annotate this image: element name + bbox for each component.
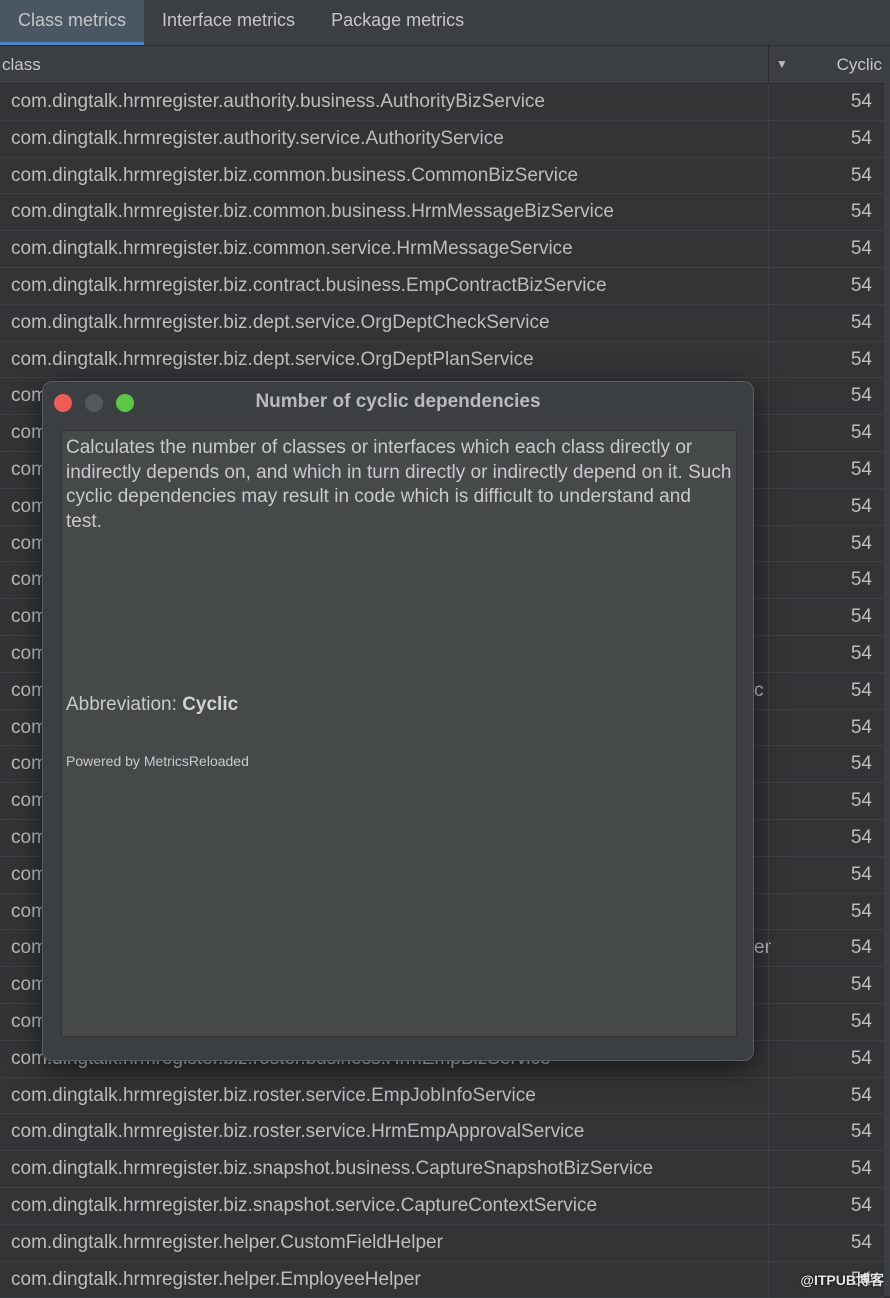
cyclic-value-cell: 54 [768, 1114, 872, 1150]
cyclic-value-cell: 54 [768, 1004, 872, 1040]
watermark: @ITPUB博客 [800, 1270, 884, 1290]
cyclic-value-cell: 54 [768, 489, 872, 525]
class-name-cell: com.dingtalk.hrmregister.authority.servi… [11, 121, 504, 157]
table-row[interactable]: com.dingtalk.hrmregister.biz.snapshot.bu… [0, 1151, 884, 1188]
cyclic-value-cell: 54 [768, 452, 872, 488]
metric-description-dialog: Number of cyclic dependencies Calculates… [42, 381, 754, 1061]
metric-description: Calculates the number of classes or inte… [66, 436, 732, 534]
column-header-cyclic[interactable]: Cyclic [837, 46, 882, 83]
cyclic-value-cell: 54 [768, 268, 872, 304]
class-name-cell: com.dingtalk.hrmregister.helper.CustomFi… [11, 1225, 443, 1261]
cyclic-value-cell: 54 [768, 305, 872, 341]
cyclic-value-cell: 54 [768, 84, 872, 120]
table-row[interactable]: com.dingtalk.hrmregister.biz.common.busi… [0, 194, 884, 231]
cyclic-value-cell: 54 [768, 894, 872, 930]
cyclic-value-cell: 54 [768, 746, 872, 782]
cyclic-value-cell: 54 [768, 783, 872, 819]
class-name-tail: c [754, 673, 764, 709]
cyclic-value-cell: 54 [768, 673, 872, 709]
cyclic-value-cell: 54 [768, 1078, 872, 1114]
class-name-cell: com.dingtalk.hrmregister.biz.roster.serv… [11, 1114, 584, 1150]
cyclic-value-cell: 54 [768, 820, 872, 856]
table-row[interactable]: com.dingtalk.hrmregister.authority.busin… [0, 84, 884, 121]
table-row[interactable]: com.dingtalk.hrmregister.biz.dept.servic… [0, 305, 884, 342]
cyclic-value-cell: 54 [768, 967, 872, 1003]
abbreviation-value: Cyclic [182, 694, 238, 715]
table-row[interactable]: com.dingtalk.hrmregister.biz.snapshot.se… [0, 1188, 884, 1225]
class-name-cell: com.dingtalk.hrmregister.biz.dept.servic… [11, 342, 534, 378]
sort-descending-icon[interactable]: ▼ [768, 46, 795, 83]
cyclic-value-cell: 54 [768, 1041, 872, 1077]
cyclic-value-cell: 54 [768, 857, 872, 893]
class-name-cell: com.dingtalk.hrmregister.helper.Employee… [11, 1262, 421, 1298]
column-header-class[interactable]: class [2, 46, 41, 83]
table-row[interactable]: com.dingtalk.hrmregister.authority.servi… [0, 121, 884, 158]
table-row[interactable]: com.dingtalk.hrmregister.helper.Employee… [0, 1262, 884, 1298]
cyclic-value-cell: 54 [768, 636, 872, 672]
table-row[interactable]: com.dingtalk.hrmregister.biz.roster.serv… [0, 1114, 884, 1151]
cyclic-value-cell: 54 [768, 710, 872, 746]
powered-by: Powered by MetricsReloaded [66, 753, 249, 769]
cyclic-value-cell: 54 [768, 1188, 872, 1224]
table-row[interactable]: com.dingtalk.hrmregister.biz.common.serv… [0, 231, 884, 268]
cyclic-value-cell: 54 [768, 526, 872, 562]
class-name-cell: com.dingtalk.hrmregister.biz.common.busi… [11, 194, 614, 230]
cyclic-value-cell: 54 [768, 562, 872, 598]
cyclic-value-cell: 54 [768, 1225, 872, 1261]
class-name-cell: com.dingtalk.hrmregister.authority.busin… [11, 84, 545, 120]
cyclic-value-cell: 54 [768, 1151, 872, 1187]
tab-class-metrics[interactable]: Class metrics [0, 0, 144, 45]
class-name-cell: com.dingtalk.hrmregister.biz.snapshot.se… [11, 1188, 597, 1224]
abbreviation: Abbreviation: Cyclic [66, 694, 238, 716]
table-row[interactable]: com.dingtalk.hrmregister.helper.CustomFi… [0, 1225, 884, 1262]
class-name-cell: com.dingtalk.hrmregister.biz.roster.serv… [11, 1078, 536, 1114]
abbreviation-label: Abbreviation: [66, 694, 182, 715]
class-name-cell: com.dingtalk.hrmregister.biz.common.serv… [11, 231, 573, 267]
cyclic-value-cell: 54 [768, 158, 872, 194]
class-name-cell: com.dingtalk.hrmregister.biz.snapshot.bu… [11, 1151, 653, 1187]
vertical-scrollbar[interactable] [884, 46, 890, 1296]
class-name-cell: com.dingtalk.hrmregister.biz.dept.servic… [11, 305, 550, 341]
dialog-content: Calculates the number of classes or inte… [61, 430, 737, 1037]
tab-package-metrics[interactable]: Package metrics [313, 0, 482, 45]
table-row[interactable]: com.dingtalk.hrmregister.biz.contract.bu… [0, 268, 884, 305]
table-header: class ▼ Cyclic [0, 46, 884, 84]
cyclic-value-cell: 54 [768, 194, 872, 230]
cyclic-value-cell: 54 [768, 378, 872, 414]
cyclic-value-cell: 54 [768, 599, 872, 635]
cyclic-value-cell: 54 [768, 231, 872, 267]
cyclic-value-cell: 54 [768, 121, 872, 157]
cyclic-value-cell: 54 [768, 930, 872, 966]
cyclic-value-cell: 54 [768, 415, 872, 451]
class-name-cell: com.dingtalk.hrmregister.biz.contract.bu… [11, 268, 607, 304]
table-row[interactable]: com.dingtalk.hrmregister.biz.common.busi… [0, 158, 884, 195]
metrics-tabs: Class metrics Interface metrics Package … [0, 0, 890, 46]
table-row[interactable]: com.dingtalk.hrmregister.biz.roster.serv… [0, 1078, 884, 1115]
cyclic-value-cell: 54 [768, 342, 872, 378]
tab-interface-metrics[interactable]: Interface metrics [144, 0, 313, 45]
dialog-title: Number of cyclic dependencies [43, 391, 753, 413]
class-name-cell: com.dingtalk.hrmregister.biz.common.busi… [11, 158, 578, 194]
table-row[interactable]: com.dingtalk.hrmregister.biz.dept.servic… [0, 342, 884, 379]
